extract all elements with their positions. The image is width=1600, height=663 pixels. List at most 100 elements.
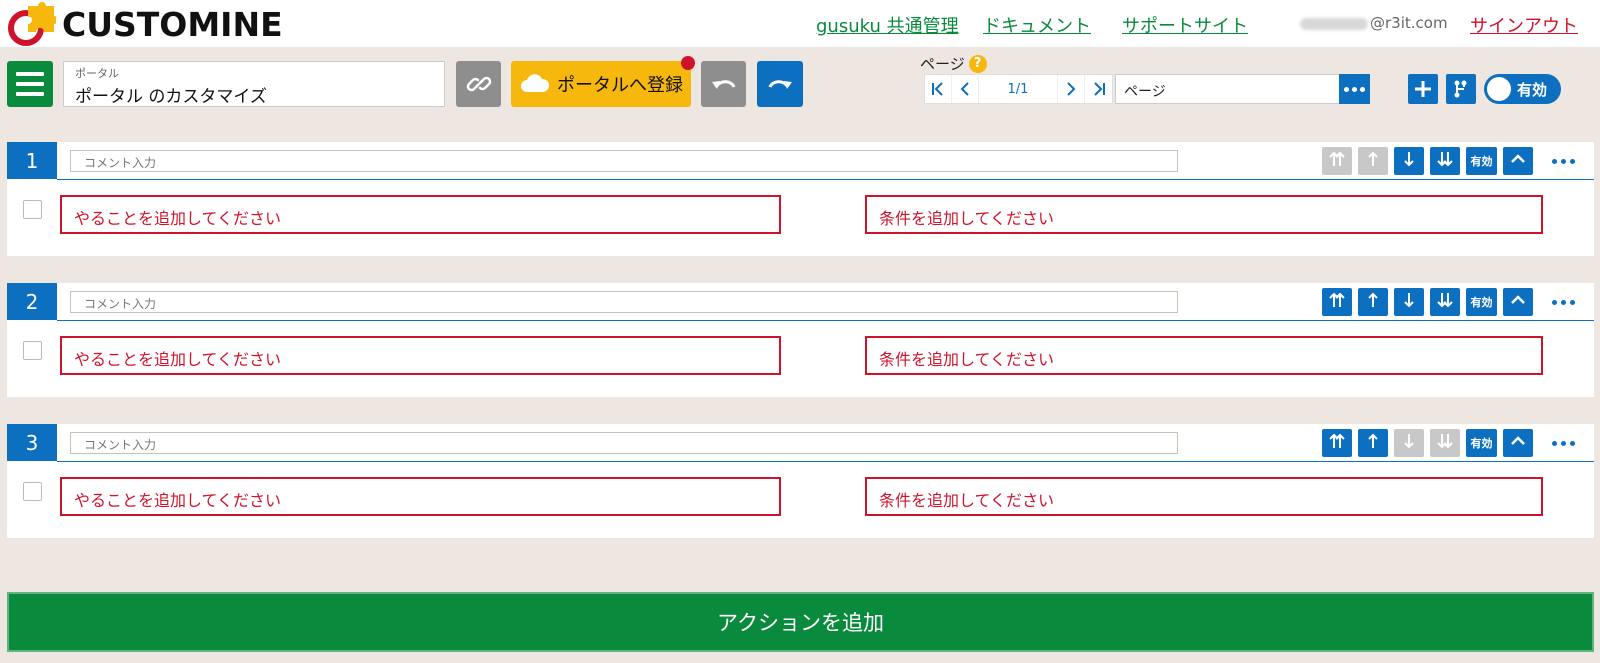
comment-placeholder: コメント入力 xyxy=(84,156,157,170)
collapse-button[interactable] xyxy=(1503,429,1533,457)
more-dot xyxy=(1360,86,1365,92)
action-comment-input[interactable]: コメント入力 xyxy=(70,432,1178,454)
register-button-label: ポータルへ登録 xyxy=(557,75,683,96)
chevron-up-icon xyxy=(1509,150,1527,172)
redacted-username xyxy=(1300,17,1368,30)
chevron-up-icon xyxy=(1509,432,1527,454)
page-more-button[interactable] xyxy=(1339,74,1370,104)
action-checkbox[interactable] xyxy=(23,482,42,501)
move-bottom-icon xyxy=(1436,291,1454,313)
action-more-button[interactable] xyxy=(1545,429,1581,457)
signout-link[interactable]: サインアウト xyxy=(1470,12,1578,38)
move-to-bottom-button[interactable] xyxy=(1430,429,1460,457)
arrow-down-icon xyxy=(1400,291,1418,313)
action-checkbox[interactable] xyxy=(23,341,42,360)
link-icon xyxy=(466,76,491,92)
add-condition-button[interactable]: 条件を追加してください xyxy=(865,336,1543,375)
last-page-button[interactable] xyxy=(1085,75,1112,103)
add-condition-button[interactable]: 条件を追加してください xyxy=(865,477,1543,516)
action-number: 3 xyxy=(7,424,57,461)
move-down-button[interactable] xyxy=(1394,147,1424,175)
add-page-button[interactable] xyxy=(1408,74,1438,104)
nav-documents[interactable]: ドキュメント xyxy=(983,12,1091,38)
collapse-button[interactable] xyxy=(1503,147,1533,175)
portal-select-field[interactable]: ポータル ポータル のカスタマイズ xyxy=(63,61,445,107)
add-todo-button[interactable]: やることを追加してください xyxy=(60,195,781,234)
arrow-down-icon xyxy=(1400,432,1418,454)
page-select-value: ページ xyxy=(1124,84,1166,100)
more-dot xyxy=(1560,299,1566,305)
action-block: 3 コメント入力 有効やることを追加してください 条件を追加してください xyxy=(7,424,1594,538)
hamburger-menu-button[interactable] xyxy=(7,61,53,107)
chevron-right-icon xyxy=(1067,82,1076,96)
prev-page-button[interactable] xyxy=(952,75,979,103)
app-header: CUSTOMINE gusuku 共通管理 ドキュメント サポートサイト @r3… xyxy=(0,0,1600,47)
page-tree-button[interactable] xyxy=(1446,74,1476,104)
move-down-button[interactable] xyxy=(1394,429,1424,457)
register-to-portal-button[interactable]: ポータルへ登録 xyxy=(511,61,691,107)
comment-placeholder: コメント入力 xyxy=(84,297,157,311)
arrow-down-icon xyxy=(1400,150,1418,172)
more-dot xyxy=(1569,299,1575,305)
toggle-label: 有効 xyxy=(1517,81,1548,99)
condition-prompt: 条件を追加してください xyxy=(879,491,1055,510)
action-divider xyxy=(57,461,1594,462)
chevron-left-icon xyxy=(960,82,969,96)
plus-icon xyxy=(1415,81,1431,97)
move-down-button[interactable] xyxy=(1394,288,1424,316)
more-dot xyxy=(1569,440,1575,446)
action-enable-button[interactable]: 有効 xyxy=(1466,147,1497,175)
page-label-text: ページ xyxy=(920,55,965,73)
next-page-button[interactable] xyxy=(1058,75,1085,103)
condition-prompt: 条件を追加してください xyxy=(879,209,1055,228)
customine-logo[interactable]: CUSTOMINE xyxy=(6,2,283,46)
undo-icon xyxy=(711,80,735,89)
nav-support-site[interactable]: サポートサイト xyxy=(1122,12,1248,38)
link-button[interactable] xyxy=(456,61,501,107)
action-comment-input[interactable]: コメント入力 xyxy=(70,150,1178,172)
action-controls: 有効 xyxy=(1322,288,1581,316)
page-nav-label: ページ ? xyxy=(920,53,987,74)
page-enable-toggle[interactable]: 有効 xyxy=(1484,74,1561,104)
cloud-icon xyxy=(521,74,550,92)
menu-bar xyxy=(16,72,44,76)
page-select[interactable]: ページ xyxy=(1115,74,1370,104)
user-email: @r3it.com xyxy=(1300,14,1448,32)
action-controls: 有効 xyxy=(1322,147,1581,175)
add-action-button[interactable]: アクションを追加 xyxy=(7,592,1594,652)
add-condition-button[interactable]: 条件を追加してください xyxy=(865,195,1543,234)
move-up-button[interactable] xyxy=(1358,288,1388,316)
nav-gusuku-admin[interactable]: gusuku 共通管理 xyxy=(816,12,959,38)
user-email-domain: @r3it.com xyxy=(1370,14,1448,32)
tree-icon xyxy=(1454,80,1467,98)
move-to-top-button[interactable] xyxy=(1322,147,1352,175)
add-todo-button[interactable]: やることを追加してください xyxy=(60,477,781,516)
menu-bar xyxy=(16,82,44,86)
move-to-bottom-button[interactable] xyxy=(1430,147,1460,175)
move-top-icon xyxy=(1328,432,1346,454)
move-up-button[interactable] xyxy=(1358,429,1388,457)
undo-button[interactable] xyxy=(701,61,746,107)
move-to-top-button[interactable] xyxy=(1322,429,1352,457)
move-bottom-icon xyxy=(1436,150,1454,172)
arrow-up-icon xyxy=(1364,432,1382,454)
help-icon[interactable]: ? xyxy=(968,54,987,73)
first-page-button[interactable] xyxy=(925,75,952,103)
action-enable-button[interactable]: 有効 xyxy=(1466,288,1497,316)
move-to-top-button[interactable] xyxy=(1322,288,1352,316)
move-up-button[interactable] xyxy=(1358,147,1388,175)
menu-bar xyxy=(16,92,44,96)
arrow-up-icon xyxy=(1364,150,1382,172)
redo-button[interactable] xyxy=(757,61,803,107)
page-pager: 1/1 xyxy=(924,74,1113,104)
arrow-up-icon xyxy=(1364,291,1382,313)
collapse-button[interactable] xyxy=(1503,288,1533,316)
action-more-button[interactable] xyxy=(1545,147,1581,175)
add-todo-button[interactable]: やることを追加してください xyxy=(60,336,781,375)
move-to-bottom-button[interactable] xyxy=(1430,288,1460,316)
action-checkbox[interactable] xyxy=(23,200,42,219)
action-comment-input[interactable]: コメント入力 xyxy=(70,291,1178,313)
action-enable-button[interactable]: 有効 xyxy=(1466,429,1497,457)
action-more-button[interactable] xyxy=(1545,288,1581,316)
more-dot xyxy=(1551,299,1557,305)
